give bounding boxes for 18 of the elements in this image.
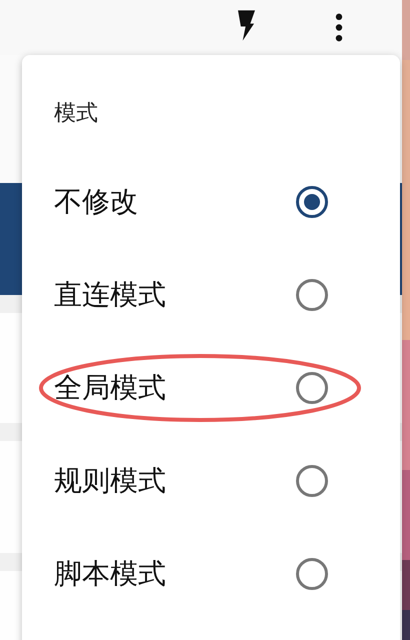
option-label: 全局模式 xyxy=(54,370,167,406)
menu-item[interactable]: 全局模式 xyxy=(22,341,400,434)
radio-button[interactable] xyxy=(296,372,328,404)
menu-item[interactable]: 不修改 xyxy=(22,155,400,248)
option-label: 脚本模式 xyxy=(54,556,167,592)
option-label: 直连模式 xyxy=(54,276,167,312)
radio-button[interactable] xyxy=(296,464,328,496)
radio-button[interactable] xyxy=(296,558,328,590)
menu-item[interactable]: 规则模式 xyxy=(22,434,400,527)
option-label: 规则模式 xyxy=(54,462,167,498)
lightning-icon[interactable] xyxy=(238,10,255,41)
more-icon[interactable] xyxy=(335,13,343,42)
menu-item[interactable]: 直连模式 xyxy=(22,248,400,341)
radio-button[interactable] xyxy=(296,186,328,218)
option-label: 不修改 xyxy=(54,184,139,220)
radio-button[interactable] xyxy=(296,278,328,310)
menu-title: 模式 xyxy=(54,100,98,128)
menu-item[interactable]: 脚本模式 xyxy=(22,527,400,620)
